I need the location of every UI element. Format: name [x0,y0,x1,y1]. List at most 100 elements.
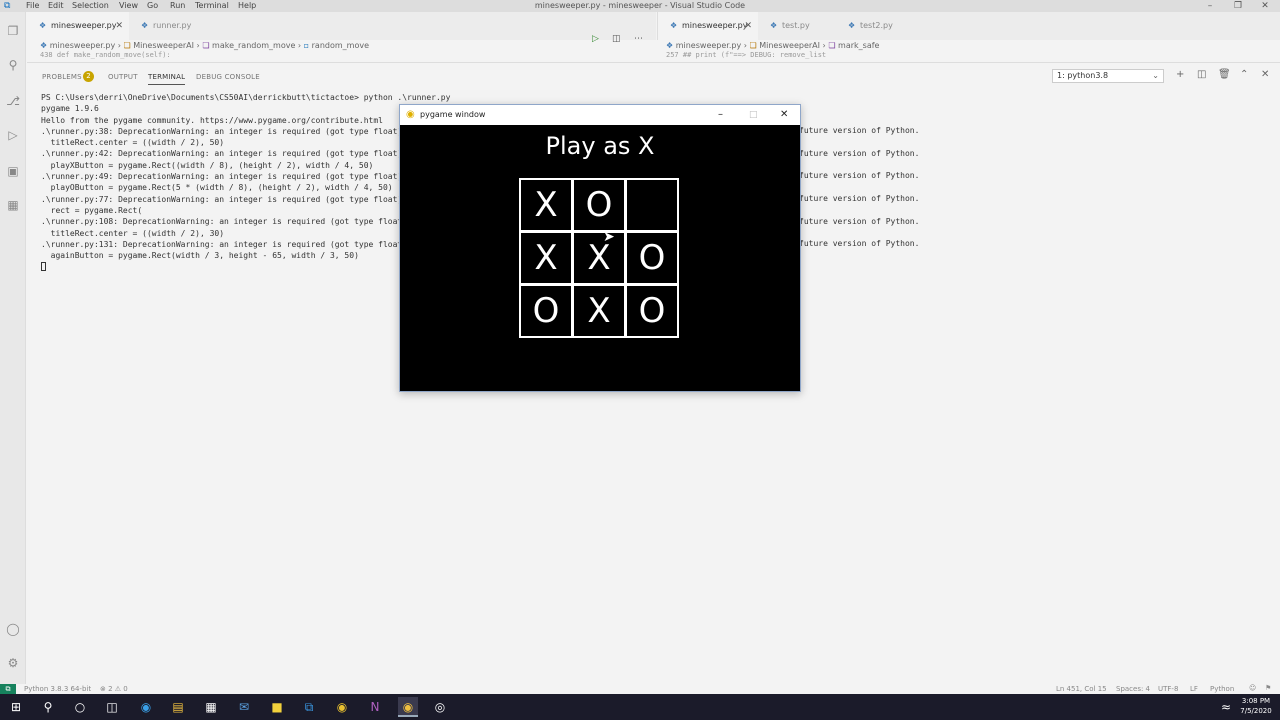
remote-icon[interactable]: ⧉ [0,684,16,694]
remote-explorer-icon[interactable]: ▣ [4,162,22,180]
feedback-icon[interactable]: ☺ [1249,684,1256,692]
source-control-icon[interactable]: ⎇ [4,92,22,110]
notifications-icon[interactable]: ⚑ [1265,684,1271,692]
menu-run[interactable]: Run [170,1,185,10]
cursor-position[interactable]: Ln 451, Col 15 [1056,685,1107,693]
trash-icon[interactable]: 🗑 [1218,69,1231,80]
obs-icon[interactable]: ◎ [430,697,450,717]
search-icon[interactable]: ⚲ [4,56,22,74]
vscode-logo-icon: ⧉ [4,1,11,11]
tab-terminal[interactable]: TERMINAL [148,73,186,85]
taskbar-clock[interactable]: 3:08 PM 7/5/2020 [1234,696,1278,716]
tab-output[interactable]: OUTPUT [108,73,138,81]
extensions-icon[interactable]: ▦ [4,196,22,214]
python-file-icon: ❖ [848,21,856,30]
indentation[interactable]: Spaces: 4 [1116,685,1150,693]
close-panel-icon[interactable]: ✕ [1261,69,1269,80]
terminal-line: playXButton = pygame.Rect((width / 8), (… [41,160,374,170]
split-terminal-icon[interactable]: ◫ [1197,69,1206,80]
pygame-window[interactable]: ◉ pygame window – □ ✕ Play as X X O X X … [399,104,801,392]
python-interpreter[interactable]: Python 3.8.3 64-bit [24,685,91,693]
minimize-icon[interactable]: – [1195,0,1225,12]
clock-time: 3:08 PM [1241,697,1271,705]
board-cell-1-1[interactable]: X [572,231,626,285]
game-canvas[interactable]: Play as X X O X X O O X O ➤ [400,125,800,391]
clock-date: 7/5/2020 [1240,707,1272,715]
activity-bar: ❐ ⚲ ⎇ ▷ ▣ ▦ ◯ ⚙ [0,12,26,684]
terminal-line: Hello from the pygame community. https:/… [41,115,383,125]
right-code-line: 257 ## print (f"==> DEBUG: remove_list [666,51,827,59]
tab-label: runner.py [153,21,192,30]
terminal-line: .\runner.py:131: DeprecationWarning: an … [41,239,412,249]
pygame-taskbar-icon[interactable]: ◉ [398,697,418,717]
menu-go[interactable]: Go [147,1,158,10]
language-mode[interactable]: Python [1210,685,1234,693]
menu-view[interactable]: View [119,1,138,10]
tab-debug-console[interactable]: DEBUG CONSOLE [196,73,260,81]
board-cell-0-1[interactable]: O [572,178,626,232]
board-cell-2-1[interactable]: X [572,284,626,338]
tab-problems[interactable]: PROBLEMS [42,73,82,81]
task-view-icon[interactable]: ◫ [102,697,122,717]
onenote-icon[interactable]: N [365,697,385,717]
run-debug-icon[interactable]: ▷ [4,126,22,144]
python-file-icon: ❖ [141,21,149,30]
board-cell-0-2[interactable] [625,178,679,232]
vscode-icon[interactable]: ⧉ [299,697,319,717]
terminal-select-value: 1: python3.8 [1057,71,1109,80]
new-terminal-icon[interactable]: + [1176,69,1184,80]
tab-test2[interactable]: ❖ test2.py [836,12,914,40]
menu-edit[interactable]: Edit [48,1,64,10]
split-editor-icon[interactable]: ◫ [612,34,621,44]
close-icon[interactable]: ✕ [1250,0,1280,12]
terminal-line: rect = pygame.Rect( [41,205,143,215]
board-cell-2-2[interactable]: O [625,284,679,338]
terminal-output[interactable]: PS C:\Users\derri\OneDrive\Documents\CS5… [41,92,450,273]
problems-status[interactable]: ⊗ 2 ⚠ 0 [100,685,128,693]
network-icon[interactable]: ≈ [1216,697,1236,717]
board-cell-0-0[interactable]: X [519,178,573,232]
pygame-titlebar[interactable]: ◉ pygame window – □ ✕ [400,105,800,125]
more-actions-icon[interactable]: ⋯ [634,34,643,44]
tab-runner[interactable]: ❖ runner.py [129,12,225,40]
python-file-icon: ❖ [770,21,778,30]
windows-start-icon[interactable]: ⊞ [6,697,26,717]
terminal-line: titleRect.center = ((width / 2), 30) [41,228,225,238]
menu-file[interactable]: File [26,1,39,10]
tab-test[interactable]: ❖ test.py [758,12,836,40]
tab-minesweeper-left[interactable]: ❖ minesweeper.py ✕ [27,12,129,40]
menu-help[interactable]: Help [238,1,256,10]
board-cell-1-2[interactable]: O [625,231,679,285]
edge-browser-icon[interactable]: ◉ [136,697,156,717]
terminal-line-tail: future version of Python. [799,194,920,203]
settings-gear-icon[interactable]: ⚙ [4,654,22,672]
encoding[interactable]: UTF-8 [1158,685,1178,693]
close-icon[interactable]: ✕ [780,105,788,125]
terminal-select[interactable]: 1: python3.8 ⌄ [1052,69,1164,83]
board-cell-2-0[interactable]: O [519,284,573,338]
maximize-panel-icon[interactable]: ⌃ [1240,69,1248,80]
explorer-icon[interactable]: ❐ [4,22,22,40]
chevron-down-icon: ⌄ [1152,71,1159,80]
menu-terminal[interactable]: Terminal [195,1,229,10]
terminal-line-tail: future version of Python. [799,126,920,135]
minimize-icon[interactable]: – [718,105,723,125]
file-explorer-icon[interactable]: ▤ [168,697,188,717]
terminal-line: againButton = pygame.Rect(width / 3, hei… [41,251,359,261]
line-ending[interactable]: LF [1190,685,1198,693]
terminal-line-tail: future version of Python. [799,171,920,180]
mail-icon[interactable]: ✉ [234,697,254,717]
run-file-icon[interactable]: ▷ [592,34,599,44]
close-tab-icon[interactable]: ✕ [115,12,123,40]
account-icon[interactable]: ◯ [4,620,22,638]
chrome-icon[interactable]: ◉ [332,697,352,717]
board-cell-1-0[interactable]: X [519,231,573,285]
close-tab-icon[interactable]: ✕ [744,12,752,40]
sticky-notes-icon[interactable]: ■ [267,697,287,717]
search-icon[interactable]: ⚲ [38,697,58,717]
store-icon[interactable]: ▦ [201,697,221,717]
menu-selection[interactable]: Selection [72,1,109,10]
tab-minesweeper-right[interactable]: ❖ minesweeper.py ✕ [658,12,758,40]
restore-icon[interactable]: ❐ [1223,0,1253,12]
cortana-icon[interactable]: ○ [70,697,90,717]
